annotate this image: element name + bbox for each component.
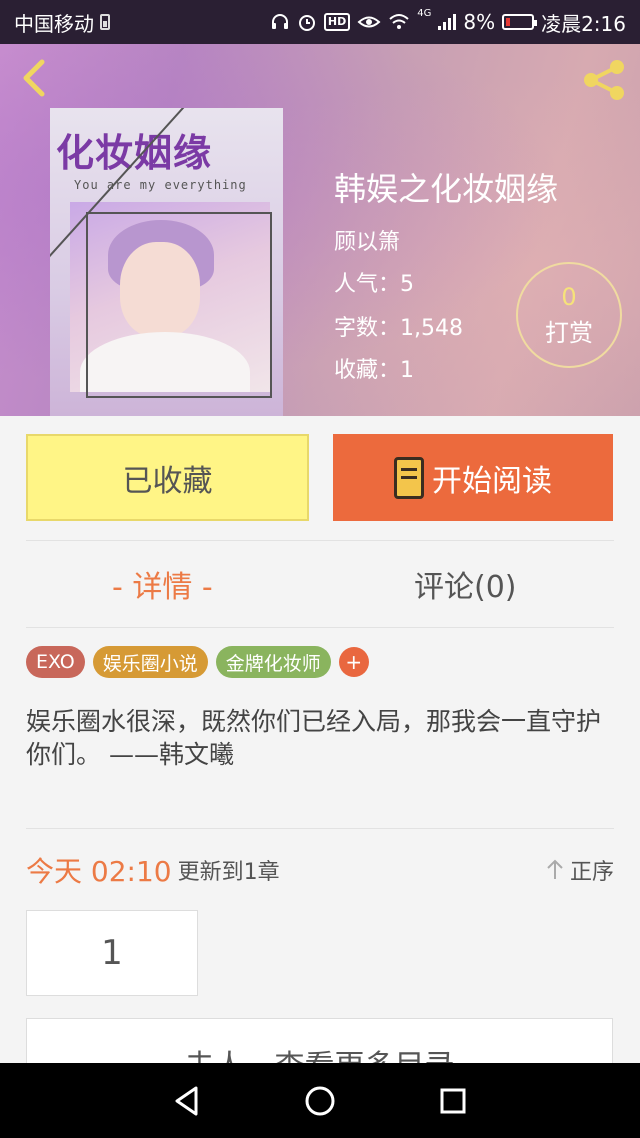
sim-icon: [100, 14, 110, 30]
chapter-item[interactable]: 1: [26, 910, 198, 996]
word-count-stat: 字数：1,548: [334, 316, 463, 341]
share-icon: [584, 60, 624, 100]
book-author[interactable]: 顾以箫: [334, 224, 400, 256]
circle-home-icon: [305, 1086, 335, 1115]
tag-entertainment-novel[interactable]: 娱乐圈小说: [92, 646, 208, 678]
sort-order-label: 正序: [569, 860, 614, 885]
sort-order-button[interactable]: 正序: [546, 854, 614, 886]
eye-icon: [357, 16, 381, 28]
nav-home-button[interactable]: [300, 1081, 340, 1121]
tag-makeup-artist[interactable]: 金牌化妆师: [215, 646, 331, 678]
add-tag-button[interactable]: +: [338, 647, 369, 677]
chevron-left-icon: [23, 59, 45, 97]
arrow-up-icon: [547, 859, 563, 879]
battery-icon: [502, 14, 538, 30]
tab-details[interactable]: - 详情 -: [112, 562, 213, 606]
nav-back-button[interactable]: [167, 1081, 207, 1121]
book-cover: 化妆姻缘 You are my everything: [50, 108, 283, 416]
book-title: 韩娱之化妆姻缘: [334, 170, 559, 208]
battery-percent: 8%: [463, 10, 496, 34]
start-reading-button[interactable]: 开始阅读: [333, 434, 613, 521]
update-time: 今天 02:10: [26, 855, 172, 888]
hd-icon: HD: [323, 13, 351, 31]
divider: [26, 540, 614, 541]
carrier: 中国移动: [14, 8, 110, 37]
cover-title: 化妆姻缘: [56, 130, 213, 175]
cover-frame: [86, 212, 272, 398]
alarm-icon: [298, 15, 315, 31]
start-reading-label: 开始阅读: [432, 463, 552, 499]
update-text: 更新到1章: [177, 860, 280, 885]
tag-list: EXO 娱乐圈小说 金牌化妆师 +: [26, 646, 369, 678]
reward-button[interactable]: 0 打赏: [516, 262, 622, 368]
nav-recents-button[interactable]: [433, 1081, 473, 1121]
signal-icon: [438, 14, 457, 30]
wifi-icon: [389, 14, 409, 29]
share-button[interactable]: [578, 56, 630, 104]
reward-label: 打赏: [545, 318, 593, 347]
divider: [26, 627, 614, 628]
cover-subtitle: You are my everything: [74, 178, 247, 192]
book-header: 化妆姻缘 You are my everything 韩娱之化妆姻缘 顾以箫 人…: [0, 44, 640, 416]
favorited-button[interactable]: 已收藏: [26, 434, 309, 521]
headphones-icon: [271, 14, 288, 29]
book-icon: [394, 456, 424, 499]
back-button[interactable]: [14, 56, 54, 100]
reward-count: 0: [561, 282, 577, 311]
square-recents-icon: [440, 1088, 466, 1113]
tag-exo[interactable]: EXO: [26, 646, 85, 678]
clock: 凌晨2:16: [541, 11, 626, 36]
status-bar: 中国移动 HD 4G 8% 凌晨2:16: [0, 0, 640, 44]
network-type: 4G: [417, 7, 432, 19]
triangle-back-icon: [175, 1086, 198, 1115]
book-description: 娱乐圈水很深，既然你们已经入局，那我会一直守护你们。 ——韩文曦: [26, 707, 602, 769]
tab-comments[interactable]: 评论(0): [414, 562, 517, 606]
favorites-stat: 收藏：1: [334, 358, 414, 383]
carrier-name: 中国移动: [14, 11, 94, 36]
divider: [26, 828, 614, 829]
update-row: 今天 02:10 更新到1章 正序: [26, 850, 614, 890]
navigation-bar: [0, 1063, 640, 1138]
popularity-stat: 人气：5: [334, 272, 414, 297]
